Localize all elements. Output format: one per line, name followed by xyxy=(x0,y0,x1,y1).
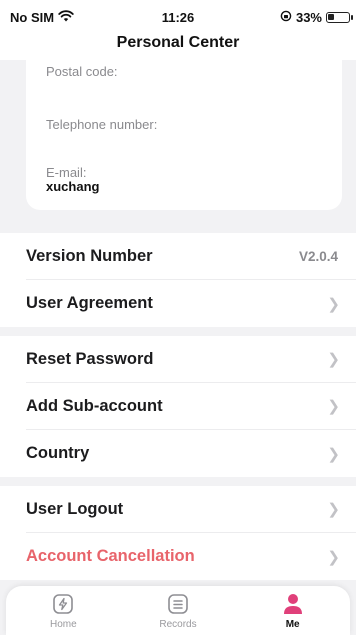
battery-icon xyxy=(326,12,353,23)
info-section: Version Number V2.0.4 User Agreement ❯ xyxy=(0,233,356,327)
person-icon xyxy=(280,592,306,616)
user-logout-label: User Logout xyxy=(26,499,124,518)
version-row: Version Number V2.0.4 xyxy=(26,233,356,280)
records-icon xyxy=(165,592,191,616)
chevron-right-icon: ❯ xyxy=(327,398,340,415)
reset-password-row[interactable]: Reset Password ❯ xyxy=(26,336,356,383)
tab-records-label: Records xyxy=(159,619,197,630)
tab-records[interactable]: Records xyxy=(121,586,236,635)
chevron-right-icon: ❯ xyxy=(327,295,340,313)
tab-me-label: Me xyxy=(285,619,300,630)
logout-section: User Logout ❯ Account Cancellation ❯ xyxy=(0,486,356,580)
tab-home[interactable]: Home xyxy=(6,586,121,635)
profile-area: Postal code: Telephone number: E-mail: x… xyxy=(0,60,356,228)
add-sub-account-row[interactable]: Add Sub-account ❯ xyxy=(26,383,356,430)
chevron-right-icon: ❯ xyxy=(327,548,340,566)
account-cancellation-label: Account Cancellation xyxy=(26,547,195,565)
user-agreement-row[interactable]: User Agreement ❯ xyxy=(26,280,356,327)
version-value: V2.0.4 xyxy=(298,248,338,264)
battery-fill xyxy=(328,14,334,20)
account-cancellation-row[interactable]: Account Cancellation ❯ xyxy=(26,533,356,580)
home-bolt-icon xyxy=(50,592,76,616)
nav-header: Personal Center xyxy=(0,34,356,60)
chevron-right-icon: ❯ xyxy=(327,501,340,518)
profile-card: Postal code: Telephone number: E-mail: x… xyxy=(26,60,342,210)
tab-me[interactable]: Me xyxy=(235,586,350,635)
version-label: Version Number xyxy=(26,246,153,265)
account-section: Reset Password ❯ Add Sub-account ❯ Count… xyxy=(0,336,356,477)
status-bar: No SIM 11:26 33% xyxy=(0,0,356,34)
telephone-label: Telephone number: xyxy=(46,117,158,132)
page-title: Personal Center xyxy=(116,34,240,51)
email-label: E-mail: xyxy=(46,165,87,180)
status-right: 33% xyxy=(280,10,353,25)
chevron-right-icon: ❯ xyxy=(327,351,340,368)
chevron-right-icon: ❯ xyxy=(327,445,340,463)
email-value: xuchanɡ xyxy=(46,179,100,194)
reset-password-label: Reset Password xyxy=(26,349,154,368)
add-sub-account-label: Add Sub-account xyxy=(26,396,163,415)
battery-percent: 33% xyxy=(295,10,322,25)
tab-bar: Home Records Me xyxy=(6,586,350,635)
country-row[interactable]: Country ❯ xyxy=(26,430,356,477)
tab-home-label: Home xyxy=(49,619,77,630)
user-agreement-label: User Agreement xyxy=(26,294,153,312)
user-logout-row[interactable]: User Logout ❯ xyxy=(26,486,356,533)
country-label: Country xyxy=(26,444,90,462)
postal-code-label: Postal code: xyxy=(46,64,118,79)
orientation-lock-icon xyxy=(280,10,292,25)
